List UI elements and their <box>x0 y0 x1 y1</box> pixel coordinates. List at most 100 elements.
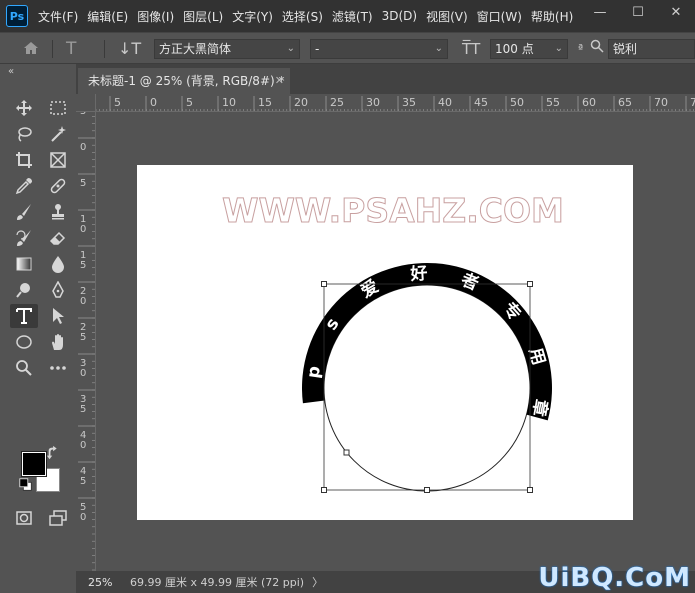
menu-filter[interactable]: 滤镜(T) <box>332 8 373 25</box>
menu-view[interactable]: 视图(V) <box>426 8 468 25</box>
pen-tool-icon[interactable] <box>44 278 72 302</box>
close-icon[interactable]: ✕ <box>275 68 284 94</box>
home-icon[interactable] <box>22 39 40 62</box>
lasso-tool-icon[interactable] <box>10 122 38 146</box>
ruler-label: 10 <box>222 96 236 109</box>
font-style-dropdown[interactable]: - ⌄ <box>310 39 448 59</box>
blur-tool-icon[interactable] <box>44 252 72 276</box>
site-watermark: UiBQ.CoM <box>538 563 691 593</box>
ruler-label: 0 <box>80 512 86 523</box>
headline-text: WWW.PSAHZ.COM <box>222 191 564 230</box>
seal-arc-text: ps爱好 者专用章 <box>303 263 551 418</box>
menu-file[interactable]: 文件(F) <box>38 8 78 25</box>
ruler-label: 55 <box>546 96 560 109</box>
menu-help[interactable]: 帮助(H) <box>531 8 573 25</box>
font-size-value: 100 点 <box>495 42 534 56</box>
ruler-label: 5 <box>80 260 86 271</box>
zoom-tool-icon[interactable] <box>10 356 38 380</box>
font-family-dropdown[interactable]: 方正大黑简体 ⌄ <box>154 39 300 59</box>
magic-wand-tool-icon[interactable] <box>44 122 72 146</box>
font-family-value: 方正大黑简体 <box>159 42 232 56</box>
default-colors-icon[interactable] <box>18 478 34 492</box>
collapse-panel-icon[interactable]: « <box>8 66 14 77</box>
document-tab-bar: 未标题-1 @ 25% (背景, RGB/8#) * ✕ <box>76 64 695 94</box>
ruler-label: 35 <box>402 96 416 109</box>
ruler-label: 0 <box>150 96 157 109</box>
menu-layer[interactable]: 图层(L) <box>183 8 223 25</box>
more-tools-icon[interactable] <box>44 356 72 380</box>
ruler-label: 20 <box>294 96 308 109</box>
ruler-label: 60 <box>582 96 596 109</box>
menu-select[interactable]: 选择(S) <box>282 8 323 25</box>
transform-handle[interactable] <box>321 487 327 493</box>
ruler-label: 5 <box>80 476 86 487</box>
font-size-dropdown[interactable]: 100 点 ⌄ <box>490 39 568 59</box>
menu-image[interactable]: 图像(I) <box>137 8 174 25</box>
screen-mode-icon[interactable] <box>44 506 72 530</box>
foreground-color-swatch[interactable] <box>21 451 47 477</box>
antialias-dropdown[interactable]: 锐利 <box>608 39 695 59</box>
ruler-label: 5 <box>186 96 193 109</box>
ruler-label: 50 <box>510 96 524 109</box>
move-tool-icon[interactable] <box>10 96 38 120</box>
maximize-button[interactable]: ☐ <box>619 0 657 24</box>
ruler-label: 0 <box>80 224 86 235</box>
canvas-area[interactable]: WWW.PSAHZ.COM ps爱好者专用章 <box>97 112 695 571</box>
menu-edit[interactable]: 编辑(E) <box>87 8 128 25</box>
clone-stamp-tool-icon[interactable] <box>44 200 72 224</box>
menu-3d[interactable]: 3D(D) <box>382 9 417 23</box>
horizontal-ruler[interactable]: 5051015202530354045505560657075 <box>96 94 695 112</box>
options-bar: T ↓T 方正大黑简体 ⌄ - ⌄ T̅T 100 点 ⌄ ª 锐利 <box>0 32 695 64</box>
seal-arc-band <box>302 263 552 421</box>
ruler-origin[interactable] <box>76 94 96 112</box>
quick-mask-icon[interactable] <box>10 506 38 530</box>
separator <box>104 40 105 58</box>
ruler-label: 0 <box>80 368 86 379</box>
marquee-tool-icon[interactable] <box>44 96 72 120</box>
ellipse-tool-icon[interactable] <box>10 330 38 354</box>
antialias-icon: ª <box>578 42 584 55</box>
menu-window[interactable]: 窗口(W) <box>477 8 522 25</box>
gradient-tool-icon[interactable] <box>10 252 38 276</box>
horizontal-ruler-ticks: 5051015202530354045505560657075 <box>96 96 695 111</box>
ruler-label: 45 <box>474 96 488 109</box>
ruler-label: 5 <box>114 96 121 109</box>
text-orientation-icon[interactable]: ↓T <box>118 39 141 59</box>
transform-handle[interactable] <box>321 281 327 287</box>
chevron-down-icon: ⌄ <box>434 43 443 54</box>
hand-tool-icon[interactable] <box>44 330 72 354</box>
minimize-button[interactable]: — <box>581 0 619 24</box>
search-icon[interactable] <box>590 39 604 59</box>
close-window-button[interactable]: ✕ <box>657 0 695 24</box>
chevron-down-icon: ⌄ <box>554 43 563 54</box>
frame-tool-icon[interactable] <box>44 148 72 172</box>
chevron-right-icon[interactable]: 〉 <box>312 574 323 590</box>
path-selection-tool-icon[interactable] <box>44 304 72 328</box>
dodge-tool-icon[interactable] <box>10 278 38 302</box>
window-controls: — ☐ ✕ <box>581 0 695 24</box>
ruler-label: 5 <box>80 332 86 343</box>
vertical-ruler[interactable]: 505101520253035404550 <box>76 112 96 571</box>
zoom-level[interactable]: 25% <box>76 576 122 589</box>
type-tool-icon[interactable] <box>10 304 38 328</box>
document-tab-title: 未标题-1 @ 25% (背景, RGB/8#) * <box>88 74 285 88</box>
eraser-tool-icon[interactable] <box>44 226 72 250</box>
menu-type[interactable]: 文字(Y) <box>232 8 273 25</box>
transform-handle[interactable] <box>527 487 533 493</box>
ruler-label: 25 <box>330 96 344 109</box>
eyedropper-tool-icon[interactable] <box>10 174 38 198</box>
document-tab[interactable]: 未标题-1 @ 25% (背景, RGB/8#) * ✕ <box>78 68 290 94</box>
type-tool-preset-icon[interactable]: T <box>66 39 76 59</box>
swap-colors-icon[interactable] <box>46 445 62 460</box>
transform-handle[interactable] <box>424 487 430 493</box>
healing-brush-tool-icon[interactable] <box>44 174 72 198</box>
separator <box>52 40 53 58</box>
brush-tool-icon[interactable] <box>10 200 38 224</box>
tools-panel: « <box>0 64 76 593</box>
transform-handle[interactable] <box>527 281 533 287</box>
history-brush-tool-icon[interactable] <box>10 226 38 250</box>
crop-tool-icon[interactable] <box>10 148 38 172</box>
document-info: 69.99 厘米 x 49.99 厘米 (72 ppi) <box>130 576 305 589</box>
vertical-ruler-ticks: 505101520253035404550 <box>78 112 95 571</box>
path-anchor-point[interactable] <box>343 449 350 456</box>
